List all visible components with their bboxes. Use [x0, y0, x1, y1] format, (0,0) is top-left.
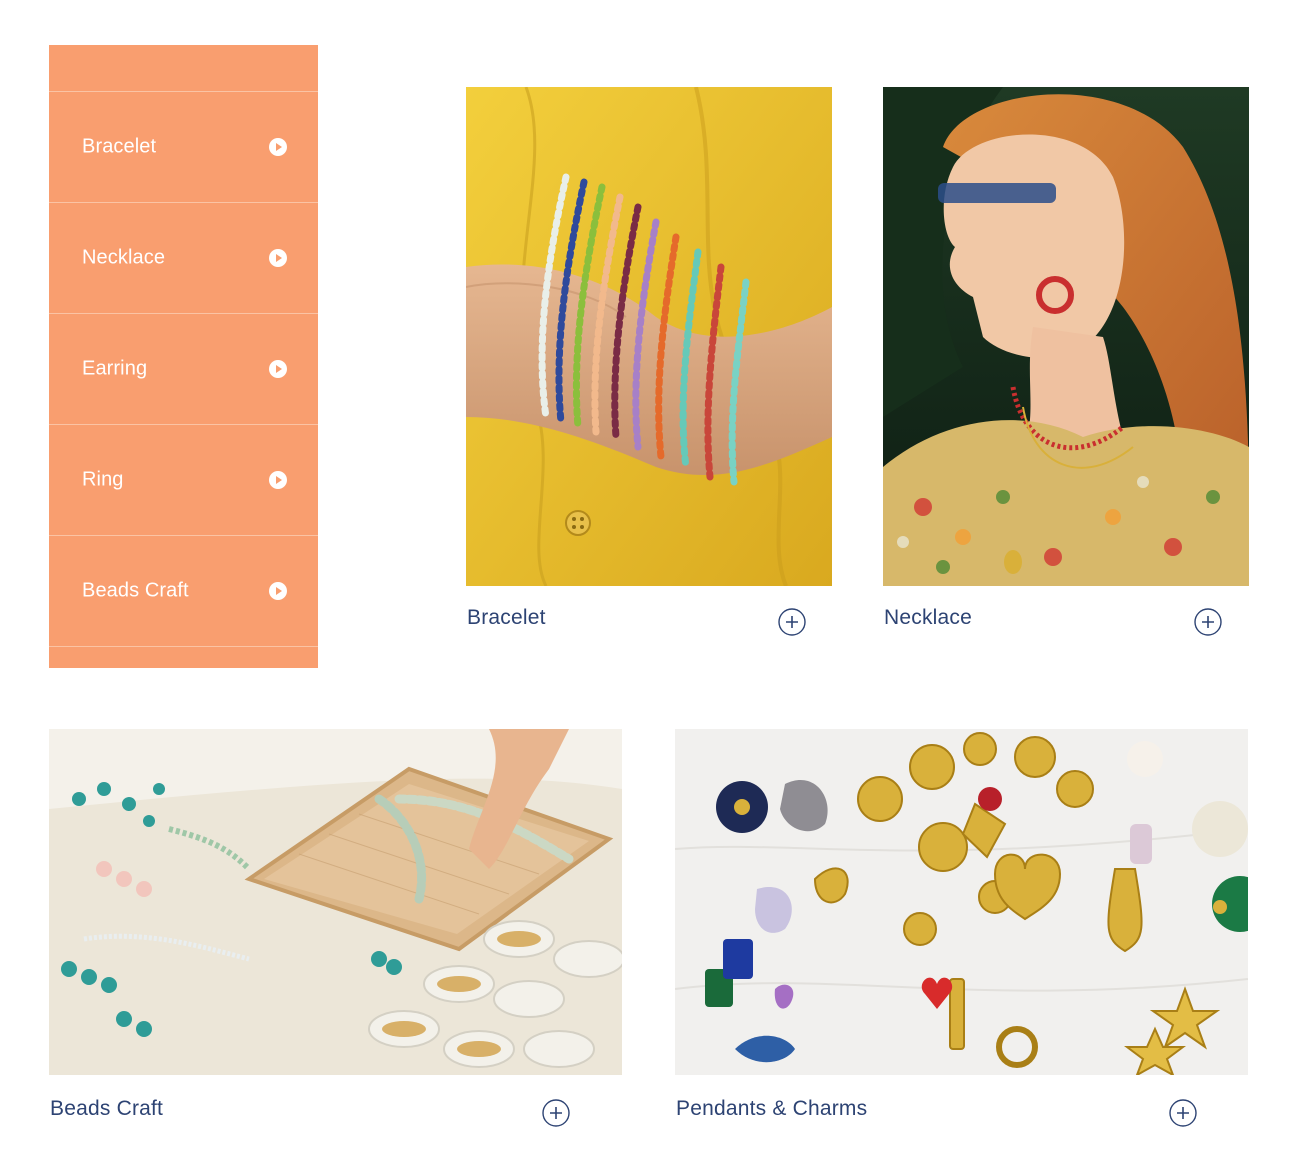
product-card-pendants-charms[interactable]: Pendants & Charms: [675, 729, 1248, 1141]
play-circle-icon: [269, 138, 287, 156]
bracelet-photo[interactable]: [466, 87, 832, 586]
pendants-charms-photo[interactable]: [675, 729, 1248, 1075]
product-card-bracelet[interactable]: Bracelet: [466, 87, 832, 647]
product-card-beads-craft[interactable]: Beads Craft: [49, 729, 622, 1141]
card-title[interactable]: Necklace: [884, 606, 972, 630]
play-circle-icon: [269, 249, 287, 267]
plus-circle-icon[interactable]: [1194, 608, 1222, 636]
plus-circle-icon[interactable]: [542, 1099, 570, 1127]
play-circle-icon: [269, 360, 287, 378]
menu-item-label: Bracelet: [82, 135, 157, 158]
plus-circle-icon[interactable]: [778, 608, 806, 636]
menu-item-label: Ring: [82, 468, 124, 491]
play-circle-icon: [269, 471, 287, 489]
menu-item-bracelet[interactable]: Bracelet: [49, 92, 318, 203]
card-title[interactable]: Pendants & Charms: [676, 1097, 867, 1121]
menu-item-ring[interactable]: Ring: [49, 425, 318, 536]
category-menu: Bracelet Necklace Earring Ring Beads Cra…: [49, 45, 318, 668]
menu-item-beads-craft[interactable]: Beads Craft: [49, 536, 318, 647]
plus-circle-icon[interactable]: [1169, 1099, 1197, 1127]
menu-item-label: Beads Craft: [82, 579, 189, 602]
beads-craft-photo[interactable]: [49, 729, 622, 1075]
card-title[interactable]: Bracelet: [467, 606, 546, 630]
menu-item-necklace[interactable]: Necklace: [49, 203, 318, 314]
necklace-photo[interactable]: [883, 87, 1249, 586]
menu-item-earring[interactable]: Earring: [49, 314, 318, 425]
menu-item-label: Necklace: [82, 246, 166, 269]
product-card-necklace[interactable]: Necklace: [883, 87, 1249, 647]
menu-item-label: Earring: [82, 357, 148, 380]
play-circle-icon: [269, 582, 287, 600]
card-title[interactable]: Beads Craft: [50, 1097, 163, 1121]
menu-top-band: [49, 45, 318, 92]
